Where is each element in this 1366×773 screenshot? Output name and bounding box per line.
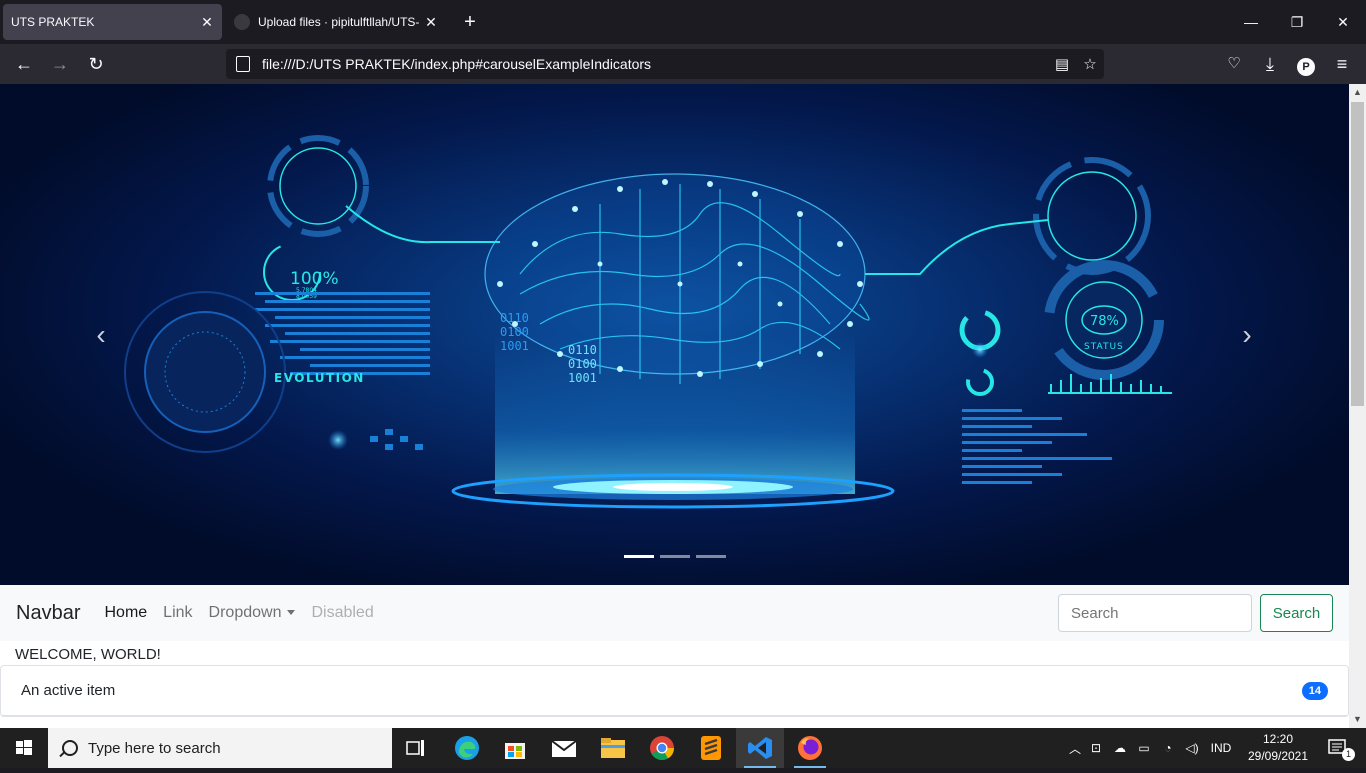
bookmark-star-icon[interactable]: ☆ xyxy=(1076,55,1104,73)
minimize-button[interactable]: — xyxy=(1228,8,1274,36)
chevron-up-icon[interactable]: ︿ xyxy=(1066,740,1084,757)
forward-button[interactable]: → xyxy=(46,50,74,78)
carousel-indicators xyxy=(624,555,726,558)
file-explorer-icon[interactable] xyxy=(589,728,637,768)
meet-now-icon[interactable]: ⊡ xyxy=(1084,741,1108,755)
caret-down-icon xyxy=(287,610,296,616)
language-indicator[interactable]: IND xyxy=(1204,741,1238,755)
svg-text:1001: 1001 xyxy=(500,339,529,353)
windows-logo-icon xyxy=(16,740,32,755)
nav-dropdown[interactable]: Dropdown xyxy=(201,604,304,622)
menu-icon[interactable]: ≡ xyxy=(1328,50,1356,78)
page-viewport: 100% 5.7804 8.0059 EVOLUTION 0110 0100 1… xyxy=(0,84,1349,728)
github-icon xyxy=(234,14,250,30)
url-text[interactable]: file:///D:/UTS PRAKTEK/index.php#carouse… xyxy=(262,56,1048,72)
task-view-icon[interactable] xyxy=(392,728,440,768)
mail-icon[interactable] xyxy=(540,728,588,768)
scroll-thumb[interactable] xyxy=(1351,102,1364,406)
pocket-icon[interactable]: ♡ xyxy=(1220,50,1248,78)
scroll-down-icon[interactable]: ▼ xyxy=(1349,711,1366,728)
scroll-up-icon[interactable]: ▲ xyxy=(1349,84,1366,101)
restore-button[interactable]: ❐ xyxy=(1274,8,1320,36)
notification-center[interactable]: 1 xyxy=(1318,728,1358,768)
count-badge: 14 xyxy=(1301,681,1328,700)
svg-text:0100: 0100 xyxy=(568,357,597,371)
carousel-next-icon[interactable]: › xyxy=(1232,320,1262,350)
search-icon xyxy=(62,740,78,756)
svg-text:1001: 1001 xyxy=(568,371,597,385)
close-tab-icon[interactable]: ✕ xyxy=(420,14,442,31)
list-group: An active item 14 xyxy=(0,665,1349,717)
tab-upload-files[interactable]: Upload files · pipitulftllah/UTS-PR ✕ xyxy=(226,4,446,40)
reader-view-icon[interactable]: ▤ xyxy=(1048,55,1076,73)
navbar-brand[interactable]: Navbar xyxy=(16,602,80,625)
volume-icon[interactable]: ◁) xyxy=(1180,741,1204,755)
onedrive-icon[interactable]: ☁ xyxy=(1108,741,1132,755)
chrome-icon[interactable] xyxy=(638,728,686,768)
wifi-icon[interactable]: ◔ xyxy=(1156,741,1180,755)
nav-disabled: Disabled xyxy=(311,604,374,621)
carousel-indicator-2[interactable] xyxy=(660,555,690,558)
welcome-heading: WELCOME, WORLD! xyxy=(15,646,161,663)
profile-avatar[interactable]: P xyxy=(1292,50,1320,78)
nav-dropdown-label: Dropdown xyxy=(208,604,282,621)
nav-link[interactable]: Link xyxy=(155,604,200,622)
tab-label: UTS PRAKTEK xyxy=(11,15,95,29)
carousel-indicator-3[interactable] xyxy=(696,555,726,558)
system-tray: ︿ ⊡ ☁ ▭ ◔ ◁) IND xyxy=(1066,728,1241,768)
clock-date: 29/09/2021 xyxy=(1247,749,1309,763)
taskbar-search[interactable]: Type here to search xyxy=(48,728,392,768)
site-navbar: Navbar Home Link Dropdown Disabled Searc… xyxy=(0,585,1349,641)
firefox-icon[interactable] xyxy=(786,728,834,768)
tab-uts-praktek[interactable]: UTS PRAKTEK ✕ xyxy=(3,4,222,40)
downloads-icon[interactable]: ⤓ xyxy=(1256,50,1284,78)
svg-text:0110: 0110 xyxy=(568,343,597,357)
address-bar[interactable]: file:///D:/UTS PRAKTEK/index.php#carouse… xyxy=(226,49,1104,79)
status-text: STATUS xyxy=(1084,342,1124,352)
new-tab-button[interactable]: + xyxy=(458,10,482,34)
store-icon[interactable] xyxy=(491,728,539,768)
tab-strip: UTS PRAKTEK ✕ Upload files · pipitulftll… xyxy=(0,0,1366,44)
sublime-text-icon[interactable] xyxy=(687,728,735,768)
notification-count: 1 xyxy=(1342,748,1355,761)
back-button[interactable]: ← xyxy=(10,50,38,78)
search-input[interactable] xyxy=(1058,594,1252,632)
vscode-icon[interactable] xyxy=(736,728,784,768)
battery-icon[interactable]: ▭ xyxy=(1132,741,1156,755)
search-button[interactable]: Search xyxy=(1260,594,1333,632)
close-window-button[interactable]: ✕ xyxy=(1320,8,1366,36)
svg-text:0100: 0100 xyxy=(500,325,529,339)
evolution-text: EVOLUTION xyxy=(274,371,365,385)
taskbar: Type here to search ︿ ⊡ ☁ ▭ ◔ ◁) IND 12:… xyxy=(0,728,1366,768)
browser-toolbar: ← → ↻ file:///D:/UTS PRAKTEK/index.php#c… xyxy=(0,44,1366,84)
start-button[interactable] xyxy=(0,728,48,768)
nav-home[interactable]: Home xyxy=(96,604,155,622)
list-item-text: An active item xyxy=(21,682,116,699)
reload-button[interactable]: ↻ xyxy=(82,50,110,78)
edge-icon[interactable] xyxy=(443,728,491,768)
gauge-78-text: 78% xyxy=(1090,314,1119,329)
taskbar-search-placeholder: Type here to search xyxy=(88,739,221,757)
list-item[interactable]: An active item 14 xyxy=(1,666,1348,716)
carousel-slide-image: 100% 5.7804 8.0059 EVOLUTION 0110 0100 1… xyxy=(124,135,1172,509)
gauge-100-text: 100% xyxy=(290,269,339,289)
page-scrollbar[interactable]: ▲ ▼ xyxy=(1349,84,1366,728)
close-tab-icon[interactable]: ✕ xyxy=(196,14,218,31)
clock-time: 12:20 xyxy=(1262,732,1294,746)
carousel: 100% 5.7804 8.0059 EVOLUTION 0110 0100 1… xyxy=(0,84,1349,585)
page-icon xyxy=(236,56,250,72)
clock[interactable]: 12:20 29/09/2021 xyxy=(1244,731,1312,765)
svg-text:0110: 0110 xyxy=(500,311,529,325)
carousel-prev-icon[interactable]: ‹ xyxy=(86,320,116,350)
tab-label: Upload files · pipitulftllah/UTS-PR xyxy=(258,15,420,29)
carousel-indicator-1[interactable] xyxy=(624,555,654,558)
